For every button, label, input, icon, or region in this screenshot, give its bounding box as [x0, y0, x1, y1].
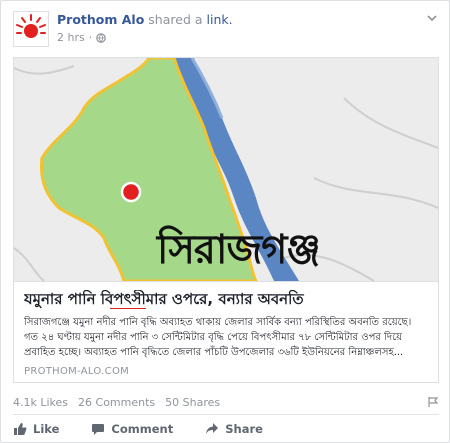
- post-time[interactable]: 2 hrs: [57, 31, 85, 44]
- post-byline: Prothom Alo shared a link.: [57, 12, 233, 27]
- likes-count[interactable]: 4.1k Likes: [13, 396, 68, 409]
- link-description: সিরাজগঞ্জে যমুনা নদীর পানি বৃদ্ধি অব্যাহ…: [24, 317, 412, 358]
- map-label: সিরাজগঞ্জ: [157, 227, 321, 273]
- page-avatar[interactable]: [13, 11, 49, 47]
- globe-icon: [96, 32, 107, 43]
- link-text-area[interactable]: যমুনার পানি বিপৎসীমার ওপরে, বন্যার অবনতি…: [14, 281, 438, 382]
- action-divider: [13, 414, 439, 415]
- share-button[interactable]: Share: [205, 422, 263, 436]
- post-header: Prothom Alo shared a link. 2 hrs ·: [13, 9, 439, 49]
- post-meta: 2 hrs ·: [57, 31, 107, 44]
- comments-count[interactable]: 26 Comments: [78, 396, 155, 409]
- highlight-underline: [110, 308, 146, 309]
- post-card: Prothom Alo shared a link. 2 hrs · সিরাজ…: [0, 0, 450, 443]
- chevron-down-icon[interactable]: [425, 11, 439, 25]
- like-label: Like: [33, 422, 60, 436]
- shared-text: shared a: [148, 12, 203, 27]
- post-actions: Like Comment Share: [13, 419, 439, 439]
- share-label: Share: [225, 422, 263, 436]
- link-title-text[interactable]: যমুনার পানি বিপৎসীমার ওপরে, বন্যার অবনতি: [24, 290, 304, 308]
- thumbs-up-icon: [14, 423, 27, 435]
- link-map-image[interactable]: সিরাজগঞ্জ: [14, 58, 438, 281]
- link-word[interactable]: link.: [207, 12, 233, 27]
- link-domain: PROTHOM-ALO.COM: [24, 366, 130, 377]
- page-name-link[interactable]: Prothom Alo: [57, 12, 144, 27]
- comment-icon: [92, 424, 105, 435]
- link-attachment[interactable]: সিরাজগঞ্জ যমুনার পানি বিপৎসীমার ওপরে, বন…: [13, 57, 439, 383]
- link-title[interactable]: যমুনার পানি বিপৎসীমার ওপরে, বন্যার অবনতি: [24, 290, 428, 309]
- share-icon: [206, 423, 219, 434]
- shares-count[interactable]: 50 Shares: [165, 396, 220, 409]
- comment-label: Comment: [111, 422, 174, 436]
- comment-button[interactable]: Comment: [91, 422, 173, 436]
- like-button[interactable]: Like: [13, 422, 59, 436]
- flag-icon[interactable]: [427, 396, 439, 408]
- post-stats: 4.1k Likes 26 Comments 50 Shares: [13, 394, 439, 410]
- prothom-alo-logo-icon: [16, 14, 46, 38]
